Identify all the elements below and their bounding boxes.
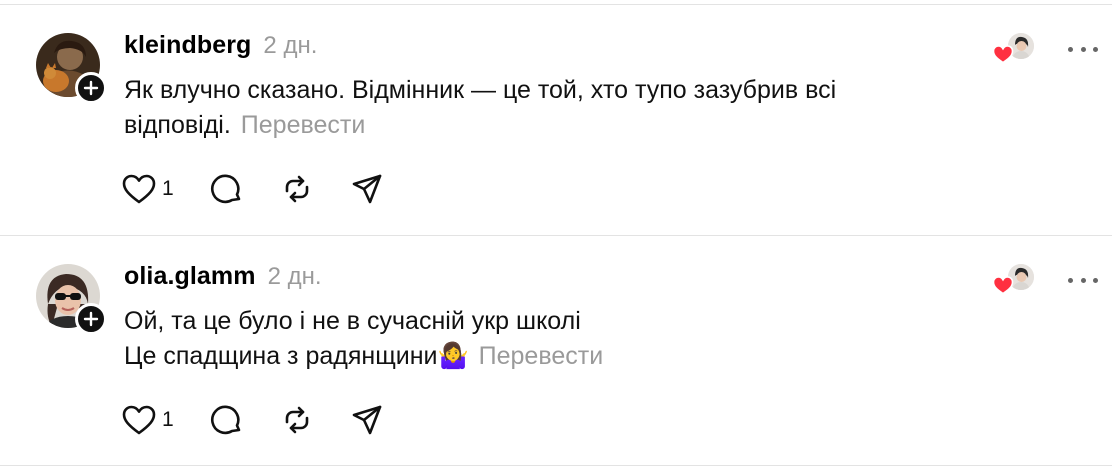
liked-by-author-indicator[interactable]	[992, 31, 1038, 65]
repost-icon	[285, 406, 308, 434]
like-count: 1	[162, 408, 174, 431]
plus-icon	[83, 80, 99, 96]
post-text-line: відповіді.	[124, 111, 231, 139]
action-bar: 1	[122, 171, 420, 207]
follow-plus-button[interactable]	[75, 303, 107, 335]
comment-button[interactable]	[210, 402, 244, 438]
timestamp[interactable]: 2 дн.	[268, 263, 322, 291]
heart-badge-icon	[992, 276, 1014, 295]
post-text: Як влучно сказано. Відмінник — це той, х…	[124, 73, 944, 143]
like-count: 1	[162, 177, 174, 200]
post-header: kleindberg 2 дн.	[124, 31, 317, 61]
plus-icon	[83, 311, 99, 327]
heart-badge-icon	[992, 45, 1014, 64]
liked-by-author-indicator[interactable]	[992, 262, 1038, 296]
repost-button[interactable]	[280, 171, 314, 207]
repost-button[interactable]	[280, 402, 314, 438]
more-options-button[interactable]	[1068, 274, 1098, 286]
username[interactable]: kleindberg	[124, 31, 251, 60]
more-icon-dot	[1093, 46, 1098, 52]
username[interactable]: olia.glamm	[124, 262, 256, 291]
like-button[interactable]: 1	[122, 402, 174, 438]
more-icon-dot	[1068, 46, 1073, 52]
translate-link[interactable]: Перевести	[241, 111, 366, 139]
action-bar: 1	[122, 402, 420, 438]
more-options-button[interactable]	[1068, 43, 1098, 55]
comment-post: kleindberg 2 дн. Як влучно сказано. Відм…	[0, 5, 1112, 235]
translate-link[interactable]: Перевести	[479, 342, 604, 370]
more-icon-dot	[1093, 277, 1098, 283]
share-icon	[352, 405, 381, 435]
heart-icon	[122, 405, 156, 435]
more-icon-dot	[1080, 277, 1086, 283]
comment-post: olia.glamm 2 дн. Ой, та це було і не в с…	[0, 236, 1112, 466]
more-icon-dot	[1080, 46, 1086, 52]
post-text-line: Це спадщина з радянщини🤷‍♀️	[124, 342, 469, 370]
like-button[interactable]: 1	[122, 171, 174, 207]
share-icon	[352, 174, 381, 204]
heart-icon	[122, 174, 156, 204]
share-button[interactable]	[350, 171, 384, 207]
timestamp[interactable]: 2 дн.	[263, 32, 317, 60]
avatar-container[interactable]	[36, 264, 107, 335]
comment-icon	[210, 405, 240, 435]
post-text: Ой, та це було і не в сучасній укр школі…	[124, 304, 944, 374]
follow-plus-button[interactable]	[75, 72, 107, 104]
avatar-container[interactable]	[36, 33, 107, 104]
repost-icon	[285, 175, 308, 203]
share-button[interactable]	[350, 402, 384, 438]
comment-button[interactable]	[210, 171, 244, 207]
comment-icon	[210, 174, 240, 204]
post-text-line: Ой, та це було і не в сучасній укр школі	[124, 307, 581, 335]
post-text-line: Як влучно сказано. Відмінник — це той, х…	[124, 76, 837, 104]
bottom-divider	[0, 465, 1112, 466]
more-icon-dot	[1068, 277, 1073, 283]
post-header: olia.glamm 2 дн.	[124, 262, 322, 292]
